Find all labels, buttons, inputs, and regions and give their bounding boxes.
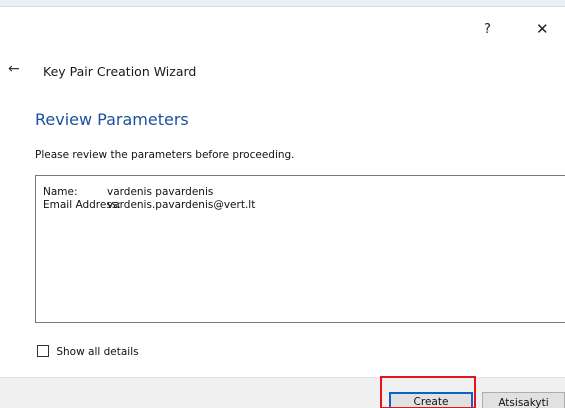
parameters-box[interactable]: Name: vardenis pavardenis Email Address:…	[35, 175, 565, 323]
page-heading: Review Parameters	[35, 110, 189, 129]
close-button[interactable]: ✕	[536, 21, 549, 37]
param-value: vardenis.pavardenis@vert.lt	[107, 199, 256, 211]
wizard-dialog: ? ✕ ← Key Pair Creation Wizard Review Pa…	[0, 6, 565, 408]
dialog-footer: Create Atsisakyti	[0, 377, 565, 408]
create-button[interactable]: Create	[389, 392, 473, 408]
param-row-email: Email Address: vardenis.pavardenis@vert.…	[43, 199, 255, 211]
checkbox-box[interactable]	[37, 345, 49, 357]
cancel-button[interactable]: Atsisakyti	[482, 392, 565, 408]
instruction-text: Please review the parameters before proc…	[35, 149, 295, 161]
param-row-name: Name: vardenis pavardenis	[43, 186, 213, 198]
wizard-title: Key Pair Creation Wizard	[43, 64, 197, 79]
show-all-details-label: Show all details	[56, 346, 139, 358]
param-value: vardenis pavardenis	[107, 186, 214, 198]
window-frame: ? ✕ ← Key Pair Creation Wizard Review Pa…	[0, 0, 565, 408]
show-all-details-checkbox[interactable]: Show all details	[37, 345, 139, 358]
back-arrow-icon[interactable]: ←	[8, 61, 20, 77]
param-label: Name:	[43, 186, 78, 198]
help-button[interactable]: ?	[484, 22, 491, 38]
